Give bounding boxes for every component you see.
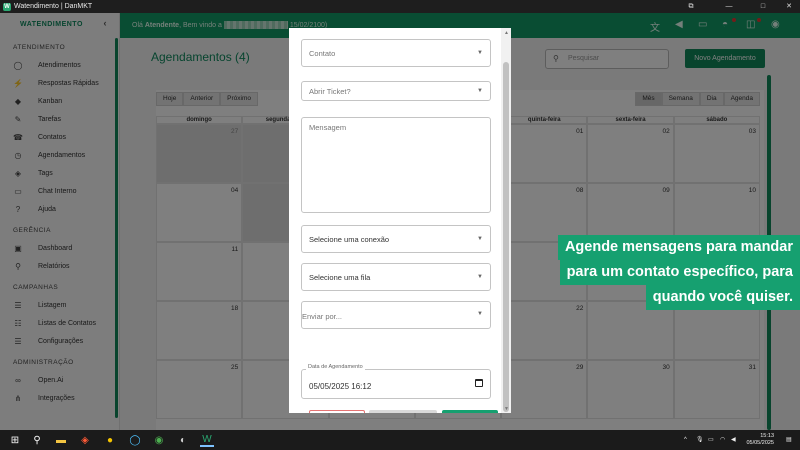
app-logo-icon: W: [3, 2, 11, 11]
clock-date: 05/05/2025: [746, 440, 774, 446]
window-title-bar: W Watendimento | DanMKT ⧉ — □ ✕: [0, 0, 800, 13]
send-by-placeholder: Enviar por...: [302, 312, 343, 321]
search-icon[interactable]: ⚲: [30, 433, 44, 447]
notification-center-icon[interactable]: ▤: [786, 430, 792, 450]
chevron-down-icon: ▼: [477, 236, 483, 242]
secondary-button[interactable]: [369, 410, 437, 413]
windows-taskbar: ⊞ ⚲ ▬ ◈ ● ◯ ◉ ◐ W ^ 🎙 ▭ ◠ ◀ 15:13 05/05/…: [0, 430, 800, 450]
network-icon[interactable]: ▭: [708, 430, 714, 450]
close-window-button[interactable]: ✕: [778, 0, 800, 13]
speaker-icon[interactable]: ◀: [731, 430, 736, 450]
schedule-modal: ▲ ▼ Contato ▼ Abrir Ticket? ▼ Mensagem S…: [289, 28, 511, 413]
brave-browser-icon[interactable]: ◈: [78, 433, 92, 447]
callout-line-1: Agende mensagens para mandar: [557, 235, 800, 260]
chevron-down-icon: ▼: [477, 311, 483, 317]
open-ticket-placeholder: Abrir Ticket?: [309, 87, 351, 96]
queue-select[interactable]: Selecione uma fila ▼: [301, 263, 491, 291]
maximize-button[interactable]: □: [752, 0, 774, 13]
contact-select[interactable]: Contato ▼: [301, 39, 491, 67]
send-by-select[interactable]: Enviar por... ▼: [301, 301, 491, 329]
callout-line-2: para um contato específico, para: [559, 260, 800, 285]
watendimento-taskbar-icon[interactable]: W: [200, 433, 214, 447]
calendar-icon[interactable]: [475, 379, 483, 387]
message-textarea[interactable]: Mensagem: [301, 117, 491, 213]
file-explorer-icon[interactable]: ▬: [54, 433, 68, 447]
wifi-icon[interactable]: ◠: [720, 430, 725, 450]
tray-overflow-icon[interactable]: ^: [684, 430, 687, 450]
windows-start-icon[interactable]: ⊞: [8, 433, 22, 447]
schedule-date-value: 05/05/2025 16:12: [309, 382, 372, 391]
cancel-button[interactable]: [309, 410, 365, 413]
system-clock[interactable]: 15:13 05/05/2025: [746, 433, 774, 447]
queue-placeholder: Selecione uma fila: [309, 273, 371, 282]
chrome-icon[interactable]: ◉: [152, 433, 166, 447]
clock-time: 15:13: [760, 433, 774, 439]
scroll-up-arrow-icon[interactable]: ▲: [504, 30, 509, 36]
scroll-down-arrow-icon[interactable]: ▼: [504, 406, 509, 412]
window-title: Watendimento | DanMKT: [14, 3, 93, 10]
connection-select[interactable]: Selecione uma conexão ▼: [301, 225, 491, 253]
app-icon[interactable]: ●: [103, 433, 117, 447]
minimize-button[interactable]: —: [718, 0, 740, 13]
contact-placeholder: Contato: [309, 49, 336, 58]
chevron-down-icon: ▼: [477, 274, 483, 280]
callout-line-3: quando você quiser.: [645, 285, 800, 310]
save-button[interactable]: [442, 410, 498, 413]
schedule-date-label: Data de Agendamento: [306, 364, 365, 370]
schedule-date-input[interactable]: 05/05/2025 16:12: [301, 369, 491, 399]
open-ticket-select[interactable]: Abrir Ticket? ▼: [301, 81, 491, 101]
microphone-icon[interactable]: 🎙: [696, 430, 704, 450]
promo-callout: Agende mensagens para mandar para um con…: [506, 235, 800, 310]
cortana-icon[interactable]: ◯: [128, 433, 142, 447]
app-icon[interactable]: ◐: [176, 433, 190, 447]
restore-window-button[interactable]: ⧉: [680, 0, 702, 13]
chevron-down-icon: ▼: [477, 88, 483, 94]
chevron-down-icon: ▼: [477, 50, 483, 56]
message-placeholder: Mensagem: [309, 123, 347, 132]
connection-placeholder: Selecione uma conexão: [309, 235, 390, 244]
